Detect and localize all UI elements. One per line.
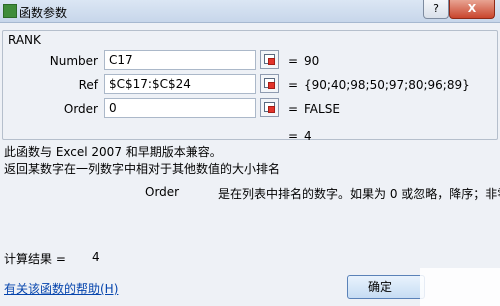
order-ref-button[interactable] <box>260 98 279 117</box>
title-bar: 函数参数 ? X <box>0 0 500 23</box>
ref-ref-button[interactable] <box>260 74 279 93</box>
watermark <box>420 268 500 306</box>
order-equals: = <box>288 102 299 116</box>
help-button[interactable]: ? <box>423 0 449 19</box>
order-label: Order <box>63 102 98 116</box>
window-title: 函数参数 <box>19 6 68 20</box>
param-help-name: Order <box>145 185 180 199</box>
param-help-text: 是在列表中排名的数字。如果为 0 或忽略，降序；非零值，升序 <box>218 187 500 201</box>
function-name: RANK <box>8 33 41 47</box>
compat-note: 此函数与 Excel 2007 和早期版本兼容。 <box>4 145 222 159</box>
order-field[interactable]: 0 <box>104 98 256 118</box>
ref-result: {90;40;98;50;97;80;96;89} <box>304 78 470 92</box>
formula-result: 4 <box>304 129 312 143</box>
function-description: 返回某数字在一列数字中相对于其他数值的大小排名 <box>4 162 281 176</box>
number-ref-button[interactable] <box>260 50 279 69</box>
formula-equals: = <box>288 129 299 143</box>
ref-field[interactable]: $C$17:$C$24 <box>104 74 256 94</box>
number-label: Number <box>49 54 98 68</box>
ok-button[interactable]: 确定 <box>347 275 425 299</box>
calc-result-value: 4 <box>92 250 100 264</box>
number-field[interactable]: C17 <box>104 50 256 70</box>
excel-icon <box>3 4 17 18</box>
number-equals: = <box>288 54 299 68</box>
calc-result-label: 计算结果 = <box>4 252 66 266</box>
order-result: FALSE <box>304 102 340 116</box>
function-help-link[interactable]: 有关该函数的帮助(H) <box>4 280 118 297</box>
ref-label: Ref <box>78 78 98 92</box>
close-button[interactable]: X <box>449 0 495 19</box>
number-result: 90 <box>304 54 320 68</box>
ref-equals: = <box>288 78 299 92</box>
